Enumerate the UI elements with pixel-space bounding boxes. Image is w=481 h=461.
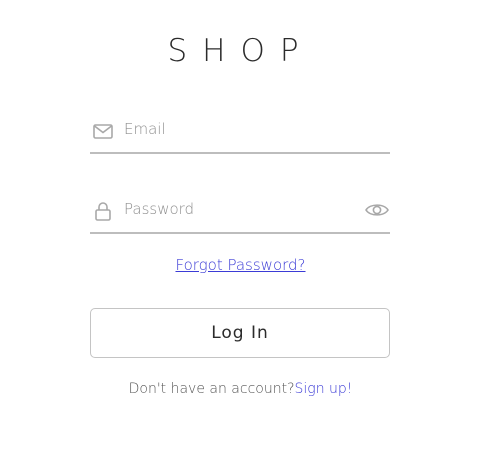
signup-row: Don't have an account?Sign up!: [0, 381, 481, 397]
signup-prompt: Don't have an account?: [128, 381, 295, 397]
email-input[interactable]: [124, 116, 354, 142]
login-page: SHOP Forgot Password? Log In Don't h: [0, 0, 481, 461]
password-field: [90, 192, 390, 234]
lock-icon: [92, 200, 114, 222]
shop-logo: SHOP: [167, 33, 314, 69]
eye-icon[interactable]: [364, 200, 390, 220]
password-input[interactable]: [124, 196, 354, 222]
email-field: [90, 112, 390, 154]
envelope-icon: [92, 120, 114, 142]
signup-link[interactable]: Sign up!: [295, 381, 353, 397]
login-button[interactable]: Log In: [90, 308, 390, 358]
forgot-password-link[interactable]: Forgot Password?: [0, 256, 481, 274]
